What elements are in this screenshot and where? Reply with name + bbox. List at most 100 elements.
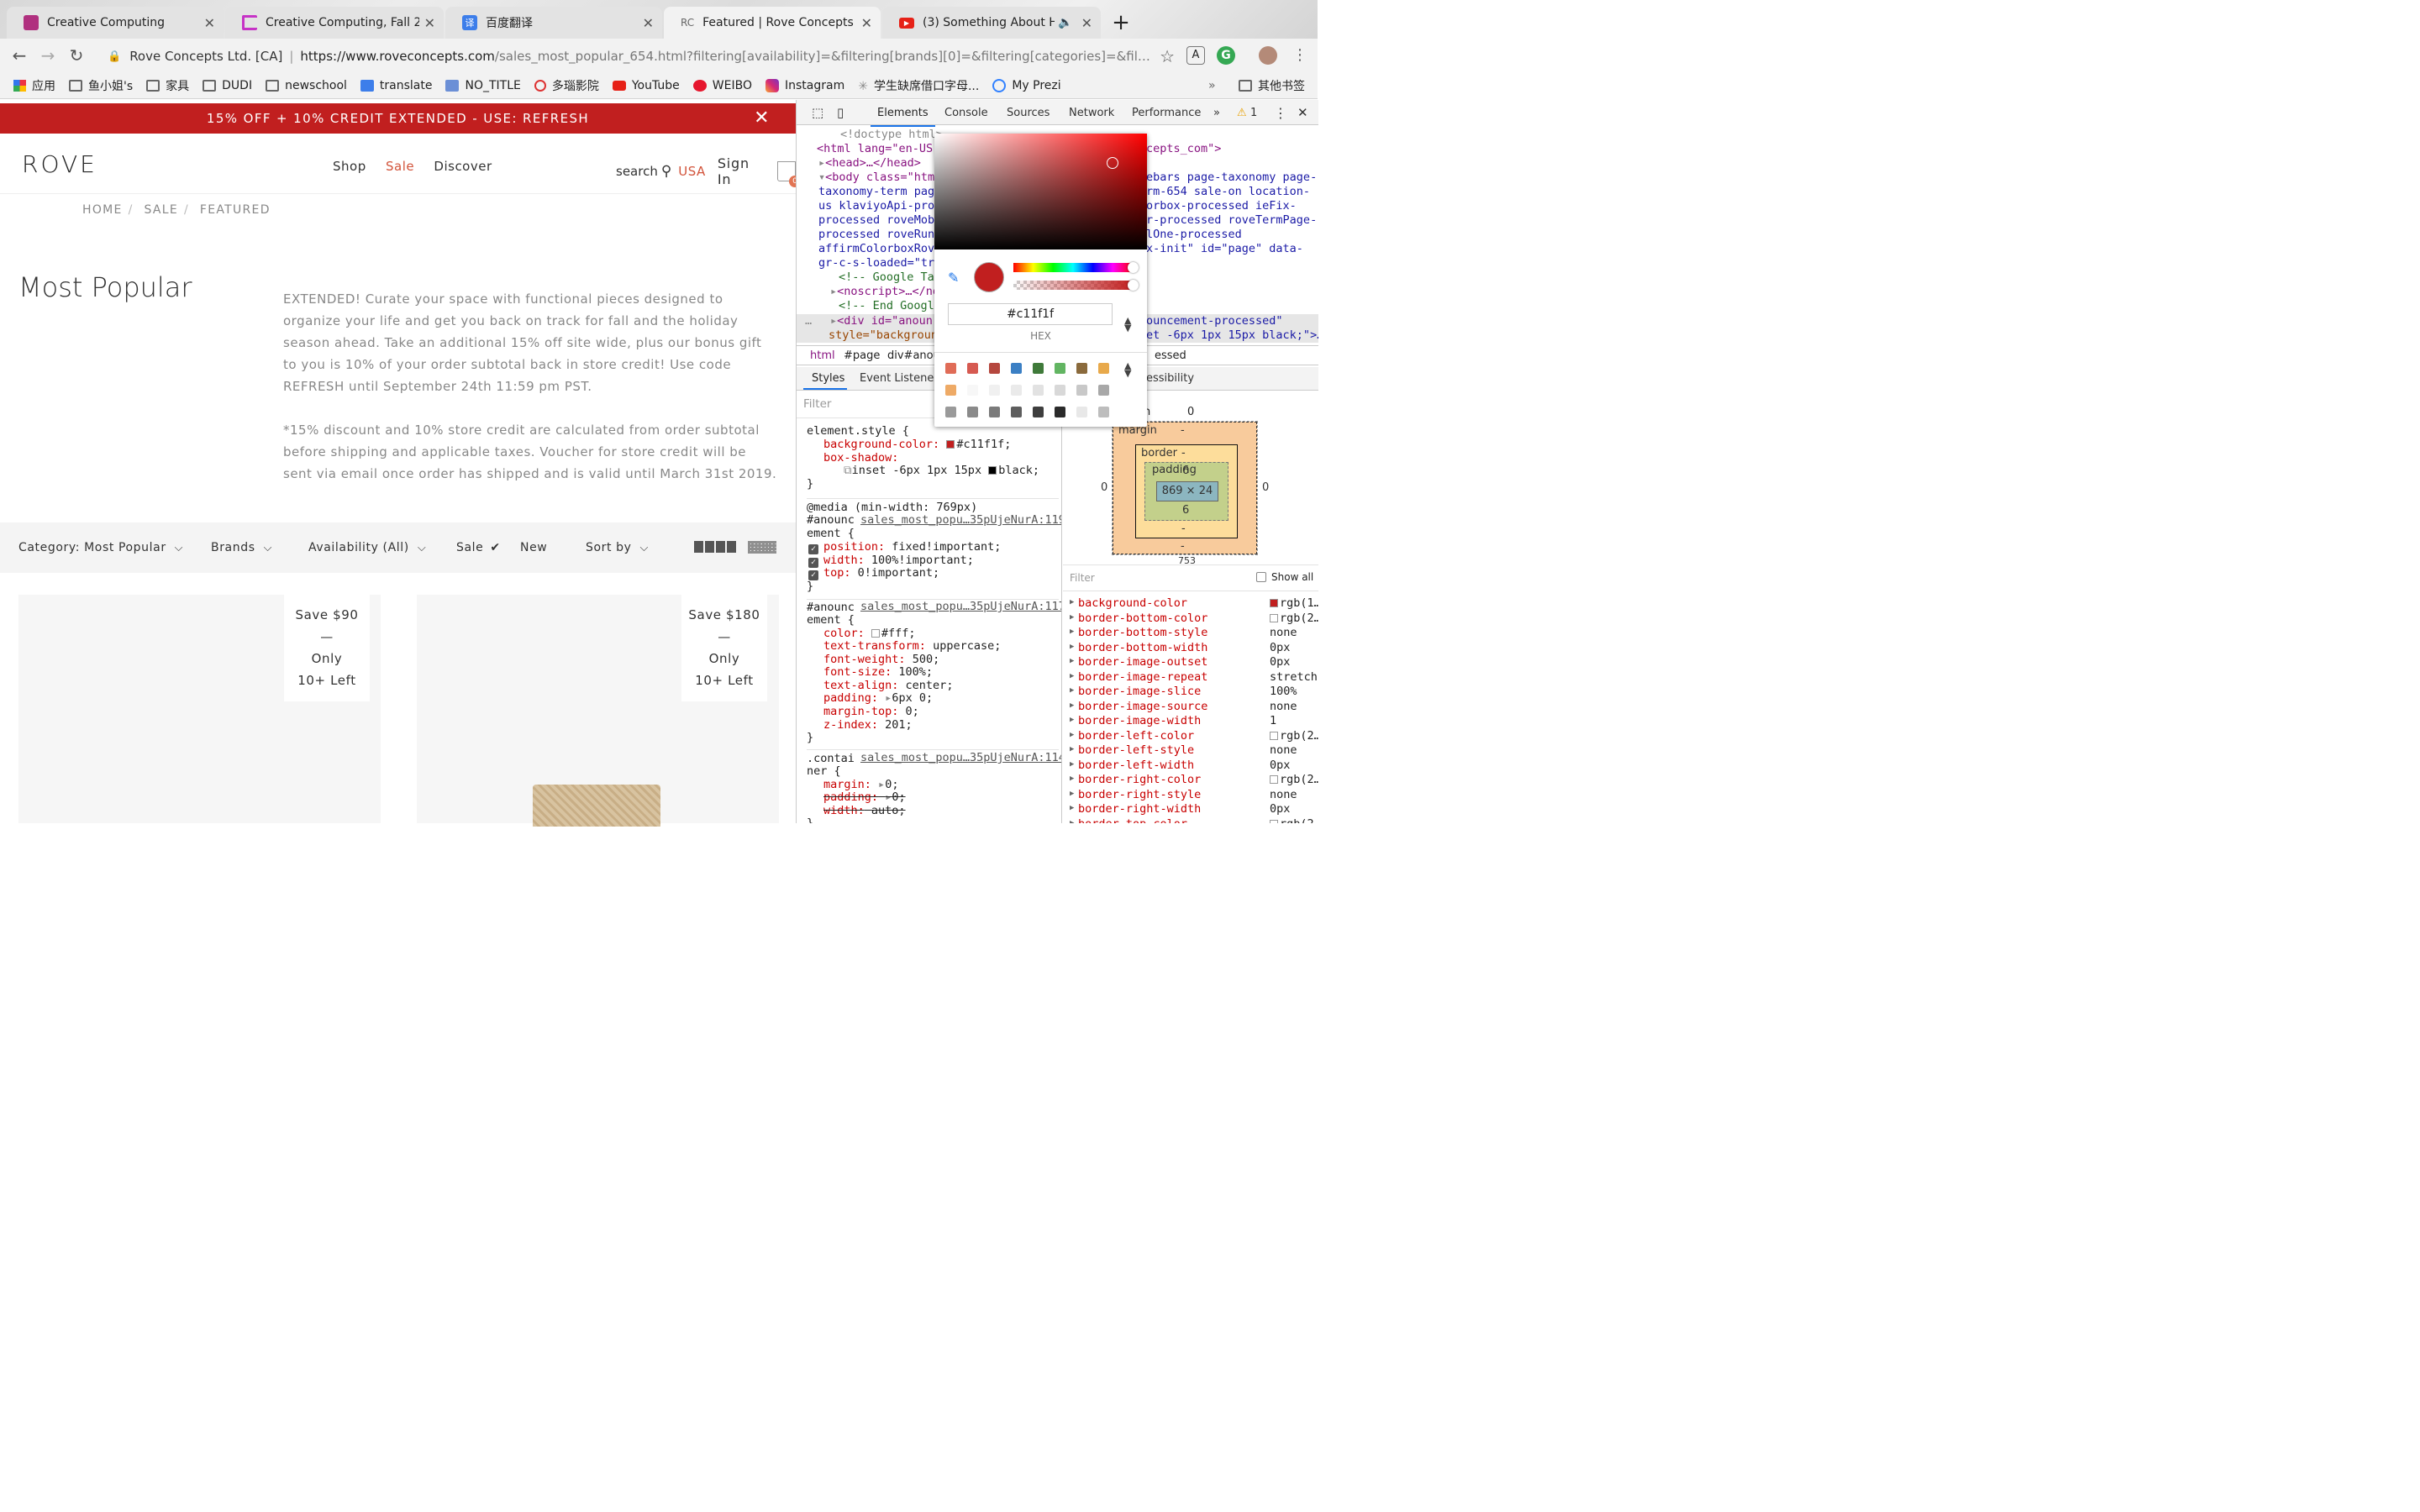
- warning-count[interactable]: 1: [1250, 107, 1257, 119]
- sort-dropdown[interactable]: Sort by ⌵: [586, 541, 649, 554]
- computed-property-row[interactable]: ▶ border-right-style none: [1070, 788, 1318, 803]
- computed-property-row[interactable]: ▶ border-right-color rgb(2…: [1070, 773, 1318, 788]
- dom-line[interactable]: lOne-processed: [1146, 228, 1242, 242]
- dom-line[interactable]: ebars page-taxonomy page-: [1146, 171, 1317, 185]
- source-link[interactable]: sales_most_popu…35pUjeNurA:114: [860, 751, 1061, 765]
- avatar[interactable]: [1259, 46, 1277, 65]
- expand-icon[interactable]: ▶: [1070, 819, 1074, 824]
- box-model-padding[interactable]: padding 6 6 869 × 24: [1144, 462, 1228, 521]
- bookmark-other[interactable]: 其他书签: [1239, 77, 1305, 94]
- hue-slider[interactable]: [1013, 262, 1139, 273]
- menu-icon[interactable]: ⋮: [1291, 46, 1309, 65]
- bookmark-no-title[interactable]: NO_TITLE: [445, 79, 521, 92]
- box-model-content[interactable]: 869 × 24: [1156, 481, 1218, 501]
- hue-knob[interactable]: [1128, 262, 1139, 273]
- dom-line[interactable]: ▸<div id="anoun: [830, 314, 933, 328]
- computed-property-row[interactable]: ▶ border-bottom-color rgb(2…: [1070, 612, 1318, 627]
- bookmark-star-icon[interactable]: ☆: [1160, 46, 1175, 66]
- style-selector[interactable]: #anounc: [807, 513, 855, 528]
- expand-icon[interactable]: ▶: [1070, 731, 1074, 739]
- computed-property-row[interactable]: ▶ border-left-width 0px: [1070, 759, 1318, 774]
- computed-property-row[interactable]: ▶ border-image-repeat stretch: [1070, 670, 1318, 685]
- palette-swatch[interactable]: [967, 407, 978, 417]
- palette-swatch[interactable]: [1033, 385, 1044, 396]
- close-icon[interactable]: ✕: [204, 15, 215, 31]
- palette-swatch[interactable]: [967, 363, 978, 374]
- style-selector[interactable]: element.style {: [807, 424, 909, 438]
- category-dropdown[interactable]: Category: Most Popular ⌵: [18, 541, 183, 554]
- font-ext-icon[interactable]: A: [1186, 46, 1205, 65]
- color-swatch-icon[interactable]: [1270, 599, 1278, 607]
- menu-icon[interactable]: ⋮: [1274, 105, 1287, 121]
- rove-logo[interactable]: ROVE: [22, 150, 97, 178]
- expand-icon[interactable]: ▶: [1070, 760, 1074, 769]
- palette-swatch[interactable]: [1098, 363, 1109, 374]
- style-declaration-overridden[interactable]: padding: ▸0;: [823, 790, 906, 805]
- dom-line[interactable]: ▸<noscript>…</no: [830, 285, 939, 299]
- box-model-margin[interactable]: margin - - border - - padding 6 6 869 × …: [1113, 422, 1257, 554]
- palette-swatch[interactable]: [1076, 363, 1087, 374]
- tab-creative-computing-fall[interactable]: Creative Computing, Fall 2018 ✕: [225, 7, 444, 39]
- tab-sources[interactable]: Sources: [1007, 107, 1050, 119]
- computed-property-row[interactable]: ▶ border-bottom-width 0px: [1070, 641, 1318, 656]
- expand-icon[interactable]: ▶: [1070, 598, 1074, 606]
- nav-sale[interactable]: Sale: [386, 159, 414, 174]
- address-bar[interactable]: 🔒 Rove Concepts Ltd. [CA] | https://www.…: [101, 44, 1175, 69]
- format-toggle-icon[interactable]: ▲ ▼: [1124, 316, 1131, 333]
- style-declaration-overridden[interactable]: width: auto;: [823, 804, 906, 818]
- tab-baidu-translate[interactable]: 译 百度翻译 ✕: [445, 7, 662, 39]
- ellipsis-icon[interactable]: …: [805, 314, 812, 328]
- cart-icon[interactable]: 0: [777, 161, 796, 187]
- alpha-slider[interactable]: [1013, 280, 1139, 291]
- tab-youtube[interactable]: ▶ (3) Something About Her - 🔈 ✕: [882, 7, 1101, 39]
- crumb-page[interactable]: #page: [844, 349, 880, 362]
- position-value[interactable]: 0: [1187, 406, 1194, 418]
- computed-property-row[interactable]: ▶ border-image-width 1: [1070, 714, 1318, 729]
- palette-swatch[interactable]: [1011, 385, 1022, 396]
- product-card[interactable]: Save $90— Only 10+ Left: [18, 595, 381, 823]
- palette-swatch[interactable]: [1011, 407, 1022, 417]
- dom-line[interactable]: taxonomy-term page: [818, 185, 941, 199]
- new-tab-button[interactable]: +: [1107, 10, 1134, 37]
- reload-icon[interactable]: ↻: [62, 45, 91, 66]
- palette-swatch[interactable]: [945, 407, 956, 417]
- site-identity[interactable]: Rove Concepts Ltd. [CA]: [129, 49, 282, 64]
- computed-property-row[interactable]: ▶ border-left-color rgb(2…: [1070, 729, 1318, 744]
- style-selector[interactable]: ner {: [807, 764, 841, 779]
- tab-creative-computing[interactable]: Creative Computing ✕: [7, 7, 224, 39]
- dom-line[interactable]: ▾<body class="htm: [818, 171, 934, 185]
- style-value[interactable]: ⧉inset -6px 1px 15px black;: [844, 464, 1039, 478]
- dom-line[interactable]: <!-- Google Tag: [839, 270, 941, 285]
- palette-swatch[interactable]: [945, 363, 956, 374]
- palette-swatch[interactable]: [989, 385, 1000, 396]
- close-icon[interactable]: ✕: [754, 103, 771, 134]
- dom-line[interactable]: <!-- End Google: [839, 299, 941, 313]
- nav-discover[interactable]: Discover: [434, 159, 492, 174]
- warning-icon[interactable]: ⚠: [1237, 107, 1247, 119]
- palette-swatch[interactable]: [945, 385, 956, 396]
- expand-icon[interactable]: ▶: [1070, 804, 1074, 812]
- grammarly-icon[interactable]: G: [1217, 46, 1235, 65]
- crumb-div[interactable]: div#anou: [887, 349, 940, 362]
- grid-4-view-icon[interactable]: [694, 541, 736, 553]
- style-declaration[interactable]: margin-top: 0;: [823, 705, 919, 719]
- computed-property-row[interactable]: ▶ border-top-color rgb(2…: [1070, 817, 1318, 824]
- computed-property-row[interactable]: ▶ border-left-style none: [1070, 743, 1318, 759]
- dom-line[interactable]: r-processed roveTermPage-: [1146, 213, 1317, 228]
- dom-line[interactable]: x-init" id="page" data-: [1146, 242, 1303, 256]
- close-icon[interactable]: ✕: [424, 15, 435, 31]
- computed-filter-input[interactable]: Filter: [1070, 572, 1095, 584]
- expand-icon[interactable]: ▶: [1070, 613, 1074, 622]
- expand-icon[interactable]: ▶: [1070, 716, 1074, 724]
- tab-network[interactable]: Network: [1069, 107, 1114, 119]
- tab-event-listeners[interactable]: Event Listeners: [860, 372, 944, 385]
- breadcrumb-home[interactable]: HOME: [82, 203, 123, 217]
- availability-dropdown[interactable]: Availability (All) ⌵: [308, 541, 426, 554]
- color-handle[interactable]: [1107, 157, 1118, 169]
- brands-dropdown[interactable]: Brands ⌵: [211, 541, 272, 554]
- palette-swatch[interactable]: [1076, 407, 1087, 417]
- alpha-knob[interactable]: [1128, 280, 1139, 291]
- palette-swatch[interactable]: [967, 385, 978, 396]
- close-icon[interactable]: ✕: [861, 15, 872, 31]
- dom-line[interactable]: processed roveRunA: [818, 228, 941, 242]
